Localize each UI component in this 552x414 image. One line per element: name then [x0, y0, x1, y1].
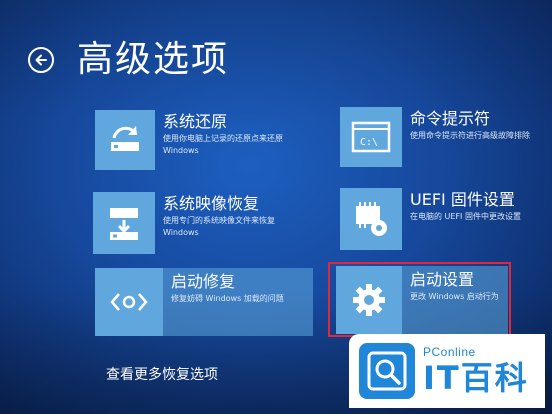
option-description: 使用专门的系统映像文件来恢复	[163, 216, 275, 225]
arrow-left-icon	[35, 54, 47, 66]
page-title: 高级选项	[77, 39, 230, 80]
option-text: 启动修复 修复妨碍 Windows 加载的问题	[163, 268, 284, 336]
option-title: UEFI 固件设置	[410, 190, 515, 209]
option-icon-box	[95, 110, 155, 170]
option-title: 系统映像恢复	[163, 194, 260, 213]
option-text: 系统还原 使用你电脑上记录的还原点来还原 Windows	[155, 110, 283, 170]
option-uefi-firmware[interactable]: UEFI 固件设置 在电脑的 UEFI 固件中更改设置	[340, 188, 521, 250]
option-system-image-recovery[interactable]: 系统映像恢复 使用专门的系统映像文件来恢复 Windows	[93, 192, 275, 254]
brand-big: IT百科	[423, 359, 529, 397]
option-icon-box: C:\	[340, 107, 402, 167]
highlight-box	[328, 262, 511, 337]
back-button[interactable]	[28, 47, 54, 73]
chip-gear-icon	[356, 202, 387, 236]
option-text: UEFI 固件设置 在电脑的 UEFI 固件中更改设置	[402, 188, 521, 250]
option-icon-box	[95, 268, 163, 336]
option-title: 命令提示符	[410, 109, 491, 128]
svg-text:C:\: C:\	[360, 137, 378, 148]
option-title: 启动修复	[171, 272, 236, 291]
brand-logo	[359, 343, 415, 399]
image-recovery-icon	[110, 208, 138, 240]
option-text: 系统映像恢复 使用专门的系统映像文件来恢复 Windows	[155, 192, 275, 254]
magnifier-icon	[367, 351, 407, 391]
brand-text: PConline IT百科	[423, 345, 529, 397]
option-description: Windows	[163, 228, 199, 237]
option-description: 使用你电脑上记录的还原点来还原	[163, 134, 283, 143]
option-description: 在电脑的 UEFI 固件中更改设置	[410, 212, 521, 221]
option-icon-box	[93, 192, 155, 254]
terminal-icon: C:\	[351, 121, 391, 153]
option-text: 命令提示符 使用命令提示符进行高级故障排除	[402, 107, 530, 167]
option-description: Windows	[163, 146, 199, 155]
brand-small: PConline	[423, 345, 476, 359]
restore-icon	[111, 126, 139, 151]
option-icon-box	[340, 188, 402, 250]
code-brackets-icon	[110, 293, 148, 311]
option-startup-repair[interactable]: 启动修复 修复妨碍 Windows 加载的问题	[95, 268, 313, 336]
more-recovery-options-link[interactable]: 查看更多恢复选项	[106, 366, 218, 384]
option-description: 修复妨碍 Windows 加载的问题	[171, 294, 284, 303]
option-description: 使用命令提示符进行高级故障排除	[410, 131, 530, 140]
option-system-restore[interactable]: 系统还原 使用你电脑上记录的还原点来还原 Windows	[95, 110, 283, 170]
option-title: 系统还原	[163, 112, 228, 131]
watermark: PConline IT百科	[349, 334, 545, 408]
option-command-prompt[interactable]: C:\ 命令提示符 使用命令提示符进行高级故障排除	[340, 107, 530, 167]
